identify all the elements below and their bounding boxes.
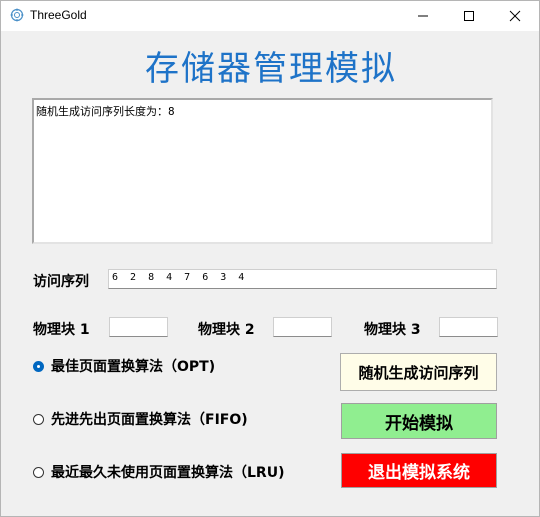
block-1-input[interactable] <box>109 317 168 337</box>
generate-sequence-button[interactable]: 随机生成访问序列 <box>340 353 497 391</box>
radio-fifo[interactable]: 先进先出页面置换算法（FIFO) <box>33 409 248 429</box>
radio-fifo-indicator[interactable] <box>33 413 44 425</box>
radio-lru-indicator[interactable] <box>33 466 44 478</box>
block-3-input[interactable] <box>439 317 498 337</box>
radio-opt[interactable]: 最佳页面置换算法（OPT) <box>33 356 215 376</box>
block-2-input[interactable] <box>273 317 332 337</box>
block-3-label: 物理块 3 <box>364 322 421 338</box>
window-title: ThreeGold <box>30 8 87 22</box>
block-2-label: 物理块 2 <box>198 322 255 338</box>
close-button[interactable] <box>492 1 538 31</box>
radio-lru-label: 最近最久未使用页面置换算法（LRU) <box>51 465 285 481</box>
page-title: 存储器管理模拟 <box>145 49 397 89</box>
start-simulation-button[interactable]: 开始模拟 <box>341 403 497 439</box>
sequence-input[interactable]: 6 2 8 4 7 6 3 4 <box>108 269 497 289</box>
maximize-button[interactable] <box>446 1 492 31</box>
minimize-icon <box>418 15 428 17</box>
close-icon <box>509 10 521 22</box>
radio-opt-indicator[interactable] <box>33 360 44 372</box>
app-window: ThreeGold 存储器管理模拟 随机生成访问序列长度为：8 访问序列 6 2… <box>0 0 540 517</box>
title-bar[interactable]: ThreeGold <box>1 1 539 31</box>
output-log-textarea[interactable]: 随机生成访问序列长度为：8 <box>32 98 493 244</box>
block-1-label: 物理块 1 <box>33 322 90 338</box>
radio-fifo-label: 先进先出页面置换算法（FIFO) <box>51 412 248 428</box>
exit-system-button[interactable]: 退出模拟系统 <box>341 453 497 488</box>
minimize-button[interactable] <box>400 1 446 31</box>
sequence-value: 6 2 8 4 7 6 3 4 <box>112 272 248 283</box>
sequence-label: 访问序列 <box>33 274 89 290</box>
radio-opt-label: 最佳页面置换算法（OPT) <box>51 359 216 375</box>
maximize-icon <box>464 11 474 21</box>
radio-lru[interactable]: 最近最久未使用页面置换算法（LRU) <box>33 462 284 482</box>
app-logo-icon <box>10 8 24 22</box>
